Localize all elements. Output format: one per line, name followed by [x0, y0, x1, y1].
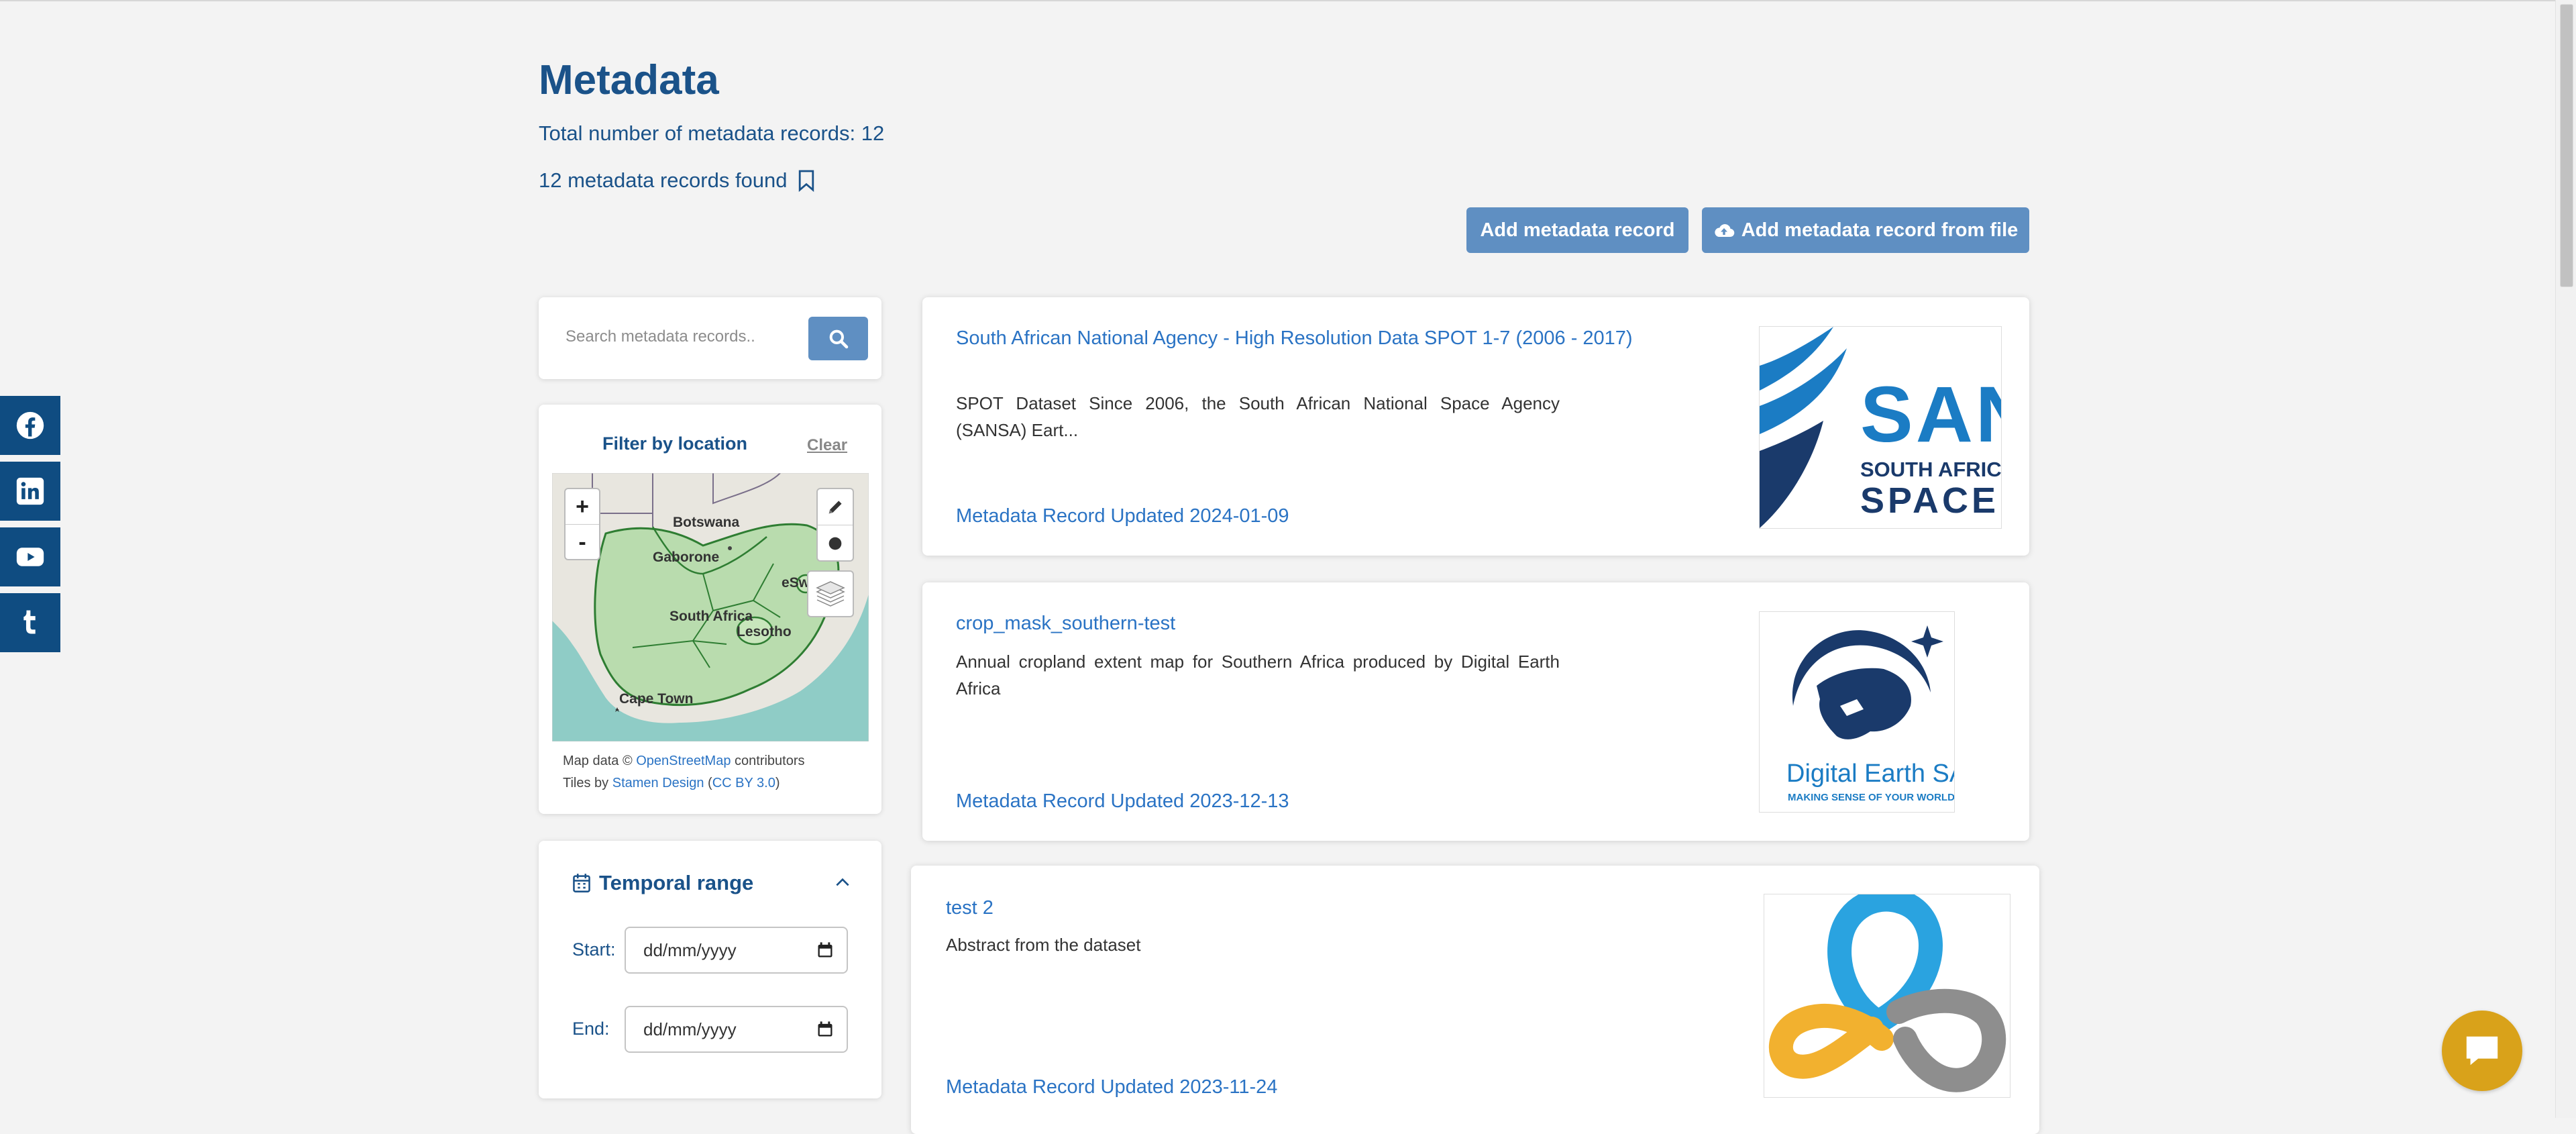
page-scrollbar[interactable]: [2555, 0, 2576, 1118]
sansa-logo-line2: SOUTH AFRICA: [1860, 458, 2002, 481]
zoom-control: + -: [564, 488, 600, 560]
youtube-link[interactable]: [0, 527, 60, 586]
draw-toolbar: [816, 488, 854, 562]
map-attribution: Map data © OpenStreetMap contributors Ti…: [563, 750, 805, 794]
calendar-icon: [573, 874, 590, 892]
end-date-placeholder: dd/mm/yyyy: [643, 1019, 737, 1039]
draw-polygon-button[interactable]: [818, 489, 853, 525]
facebook-icon: [16, 411, 44, 440]
record-updated-date: Metadata Record Updated 2023-12-13: [956, 790, 1289, 812]
map-label-south-africa: South Africa: [669, 609, 753, 624]
layers-icon: [816, 581, 845, 607]
record-title[interactable]: crop_mask_southern-test: [956, 609, 1640, 637]
location-map[interactable]: ibia Botswana Gaborone eSw South Africa …: [552, 473, 869, 741]
cloud-upload-icon: [1715, 224, 1735, 238]
digital-earth-logo-name: Digital Earth SA: [1786, 760, 1955, 788]
metadata-record-card[interactable]: South African National Agency - High Res…: [922, 297, 2029, 556]
openstreetmap-link[interactable]: OpenStreetMap: [636, 754, 731, 768]
facebook-link[interactable]: [0, 396, 60, 455]
records-found: 12 metadata records found: [539, 168, 816, 193]
record-title[interactable]: South African National Agency - High Res…: [956, 324, 1640, 352]
add-metadata-from-file-label: Add metadata record from file: [1741, 219, 2019, 241]
draw-marker-button[interactable]: [818, 525, 853, 561]
map-label-lesotho: Lesotho: [737, 624, 792, 639]
sansa-logo-word: SAN: [1860, 370, 2001, 459]
social-links: [0, 396, 60, 659]
chat-widget-button[interactable]: [2442, 1011, 2522, 1091]
linkedin-link[interactable]: [0, 462, 60, 521]
scrollbar-thumb[interactable]: [2560, 4, 2573, 287]
add-metadata-record-button[interactable]: Add metadata record: [1466, 207, 1688, 253]
add-metadata-record-label: Add metadata record: [1480, 219, 1675, 241]
location-filter-panel: Filter by location Clear ibia Botswana G…: [539, 405, 881, 814]
search-button[interactable]: [808, 317, 868, 360]
record-updated-date: Metadata Record Updated 2023-11-24: [946, 1076, 1278, 1098]
top-border: [0, 0, 2576, 1]
tumblr-icon: [23, 610, 36, 634]
sansa-logo-line3: SPACE A: [1860, 480, 2001, 521]
search-panel: [539, 297, 881, 379]
digital-earth-logo-tagline: MAKING SENSE OF YOUR WORLD: [1788, 792, 1955, 803]
end-date-input[interactable]: dd/mm/yyyy: [625, 1006, 848, 1053]
pencil-icon: [828, 500, 842, 513]
record-thumbnail-digital-earth-logo: Digital Earth SA MAKING SENSE OF YOUR WO…: [1759, 611, 1955, 813]
add-metadata-from-file-button[interactable]: Add metadata record from file: [1702, 207, 2029, 253]
map-label-cape-town: Cape Town: [619, 691, 694, 707]
map-label-eswatini: eSw: [782, 575, 810, 590]
record-thumbnail-sansa-logo: SAN SOUTH AFRICA SPACE A: [1759, 326, 2002, 529]
youtube-icon: [16, 548, 44, 566]
records-found-text: 12 metadata records found: [539, 168, 788, 192]
attribution-text: Map data ©: [563, 754, 637, 768]
end-date-label: End:: [572, 1019, 610, 1039]
map-label-gaborone: Gaborone: [653, 550, 720, 565]
bookmark-icon[interactable]: [797, 169, 816, 192]
digital-earth-globe-icon: [1792, 625, 1943, 739]
temporal-range-panel: Temporal range Start: dd/mm/yyyy End: dd…: [539, 841, 881, 1098]
calendar-picker-icon[interactable]: [816, 1020, 835, 1039]
start-date-input[interactable]: dd/mm/yyyy: [625, 927, 848, 974]
cc-by-license-link[interactable]: CC BY 3.0: [712, 776, 775, 790]
record-abstract: Abstract from the dataset: [946, 935, 1141, 955]
temporal-range-header[interactable]: Temporal range: [572, 871, 753, 895]
stamen-design-link[interactable]: Stamen Design: [612, 776, 704, 790]
search-input[interactable]: [553, 313, 788, 360]
metadata-record-card[interactable]: test 2 Abstract from the dataset Metadat…: [911, 866, 2039, 1134]
record-updated-date: Metadata Record Updated 2024-01-09: [956, 505, 1289, 527]
record-abstract: SPOT Dataset Since 2006, the South Afric…: [956, 393, 1560, 440]
zoom-out-button[interactable]: -: [566, 524, 599, 560]
linkedin-icon: [16, 477, 44, 505]
map-label-botswana: Botswana: [673, 515, 740, 530]
attribution-text: contributors: [731, 754, 805, 768]
attribution-text: ): [775, 776, 780, 790]
page-title: Metadata: [539, 57, 719, 103]
start-date-label: Start:: [572, 939, 616, 960]
attribution-text: (: [704, 776, 712, 790]
temporal-range-title: Temporal range: [599, 871, 754, 894]
record-abstract: Annual cropland extent map for Southern …: [956, 652, 1560, 699]
filter-by-location-title: Filter by location: [602, 433, 748, 454]
layers-control[interactable]: [807, 570, 854, 617]
zoom-in-button[interactable]: +: [566, 489, 599, 524]
total-records-count: Total number of metadata records: 12: [539, 121, 885, 145]
trefoil-knot-logo-icon: [1768, 894, 2006, 1092]
search-icon: [829, 329, 848, 348]
chevron-up-icon[interactable]: [834, 874, 851, 891]
start-date-placeholder: dd/mm/yyyy: [643, 939, 737, 960]
clear-location-link[interactable]: Clear: [807, 436, 847, 455]
calendar-picker-icon[interactable]: [816, 941, 835, 960]
circle-marker-icon: [828, 537, 842, 550]
tumblr-link[interactable]: [0, 593, 60, 652]
attribution-text: Tiles by: [563, 776, 612, 790]
record-thumbnail-trefoil-logo: [1764, 894, 2010, 1098]
chat-icon: [2466, 1036, 2498, 1066]
metadata-record-card[interactable]: crop_mask_southern-test Annual cropland …: [922, 582, 2029, 841]
record-title[interactable]: test 2: [946, 894, 1630, 922]
